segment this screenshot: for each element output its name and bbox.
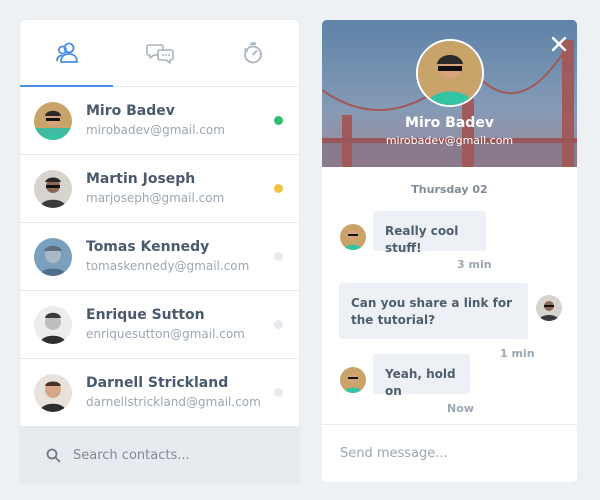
contact-list: Miro Badev mirobadev@gmail.com Martin Jo… <box>20 87 299 427</box>
tab-history[interactable] <box>206 20 299 86</box>
avatar <box>340 367 366 393</box>
contact-name: Enrique Sutton <box>86 307 205 323</box>
search-input[interactable] <box>73 447 263 463</box>
tab-bar <box>20 20 299 87</box>
message-input[interactable] <box>340 446 550 461</box>
contact-name: Miro Badev <box>86 103 175 119</box>
message-time: 3 min <box>457 258 492 271</box>
contact-item[interactable]: Enrique Sutton enriquesutton@gmail.com <box>20 291 299 359</box>
avatar <box>34 305 72 344</box>
chat-panel: Miro Badev mirobadev@gmail.com Thursday … <box>322 20 577 482</box>
profile-name: Miro Badev <box>405 115 494 131</box>
contact-item[interactable]: Darnell Strickland darnellstrickland@gma… <box>20 359 299 427</box>
contact-email: enriquesutton@gmail.com <box>86 327 245 341</box>
profile-avatar <box>416 39 484 107</box>
status-online-dot <box>274 116 283 125</box>
contacts-panel: Miro Badev mirobadev@gmail.com Martin Jo… <box>20 20 299 484</box>
contact-name: Darnell Strickland <box>86 375 229 391</box>
tab-conversations[interactable] <box>113 20 206 86</box>
message-thread: Thursday 02 Really cool stuff! 3 min Can… <box>322 167 577 423</box>
contact-email: darnellstrickland@gmail.com <box>86 395 261 409</box>
contact-email: tomaskennedy@gmail.com <box>86 259 250 273</box>
contact-item[interactable]: Tomas Kennedy tomaskennedy@gmail.com <box>20 223 299 291</box>
status-offline-dot <box>274 252 283 261</box>
profile-email: mirobadev@gmail.com <box>385 134 514 147</box>
avatar <box>34 101 72 140</box>
contact-name: Tomas Kennedy <box>86 239 210 255</box>
chat-bubbles-icon <box>145 44 174 64</box>
incoming-message: Really cool stuff! <box>373 211 486 255</box>
close-button[interactable] <box>549 34 569 54</box>
contact-email: mirobadev@gmail.com <box>86 123 225 137</box>
status-offline-dot <box>274 320 283 329</box>
tab-contacts[interactable] <box>20 20 113 87</box>
date-divider: Thursday 02 <box>411 183 488 196</box>
avatar <box>340 224 366 250</box>
avatar <box>34 373 72 412</box>
search-bar <box>20 426 299 484</box>
contact-email: marjoseph@gmail.com <box>86 191 225 205</box>
close-icon <box>551 36 567 52</box>
profile-header: Miro Badev mirobadev@gmail.com <box>322 20 577 167</box>
avatar <box>34 237 72 276</box>
avatar <box>536 295 562 321</box>
status-away-dot <box>274 184 283 193</box>
search-icon <box>46 448 61 462</box>
status-offline-dot <box>274 388 283 397</box>
incoming-message: Yeah, hold on <box>373 354 470 398</box>
message-time: Now <box>447 402 474 415</box>
message-time: 1 min <box>500 347 535 360</box>
stopwatch-icon <box>243 42 262 64</box>
contact-item[interactable]: Martin Joseph marjoseph@gmail.com <box>20 155 299 223</box>
contact-item[interactable]: Miro Badev mirobadev@gmail.com <box>20 87 299 155</box>
avatar <box>34 169 72 208</box>
contact-name: Martin Joseph <box>86 171 196 187</box>
users-icon <box>55 42 78 63</box>
message-composer <box>322 424 577 482</box>
outgoing-message: Can you share a link for the tutorial? <box>339 283 528 339</box>
